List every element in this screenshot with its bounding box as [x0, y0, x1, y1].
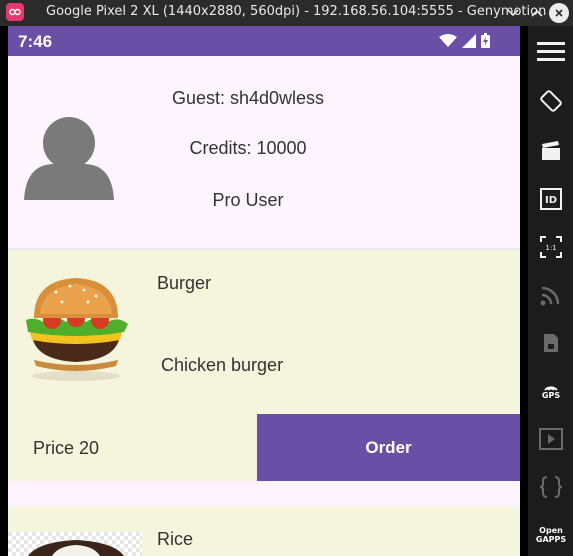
emulator-toolbar: ID 1:1 GPS Open GAPPS — [528, 26, 573, 556]
code-braces-icon[interactable] — [536, 472, 566, 502]
device-id-icon[interactable]: ID — [536, 184, 566, 214]
burger-image — [26, 278, 128, 381]
genymotion-app-icon — [6, 3, 24, 21]
open-gapps-button[interactable]: Open GAPPS — [533, 520, 569, 550]
order-button[interactable]: Order — [257, 414, 520, 481]
avatar — [24, 117, 114, 200]
battery-charging-icon — [481, 33, 490, 48]
list-spacer — [8, 481, 520, 507]
gps-button[interactable]: GPS — [536, 376, 566, 406]
menu-item-card: Burger Chicken burger — [8, 250, 520, 414]
video-capture-icon[interactable] — [536, 424, 566, 454]
menu-icon[interactable] — [536, 36, 566, 66]
chevron-up-icon[interactable] — [527, 3, 547, 23]
profile-header: Guest: sh4d0wless Credits: 10000 Pro Use… — [8, 56, 520, 248]
phone-screen: 7:46 Guest: sh4d0wless Credits: 10000 Pr… — [8, 26, 520, 556]
gps-signal-icon — [544, 386, 558, 391]
gps-label: GPS — [541, 391, 561, 400]
open-gapps-label-1: Open — [539, 526, 563, 535]
guest-name: Guest: sh4d0wless — [171, 88, 325, 108]
signal-icon — [462, 33, 476, 48]
user-tier: Pro User — [212, 190, 284, 210]
item-description: Chicken burger — [161, 355, 284, 375]
price-order-bar: Price 20 Order — [8, 414, 520, 481]
android-status-bar: 7:46 — [8, 26, 520, 56]
item-price: Price 20 — [33, 438, 100, 458]
open-gapps-label-2: GAPPS — [535, 535, 567, 544]
sim-card-icon[interactable] — [536, 328, 566, 358]
cast-icon[interactable] — [536, 280, 566, 310]
svg-text:ID: ID — [545, 195, 557, 206]
screen-capture-icon[interactable] — [536, 136, 566, 166]
status-icons — [439, 33, 490, 48]
rice-image — [8, 532, 142, 556]
status-time: 7:46 — [18, 32, 53, 51]
close-window-button[interactable] — [549, 3, 569, 23]
chevron-down-icon[interactable] — [503, 3, 523, 23]
wifi-icon — [439, 33, 457, 47]
menu-item-card: Rice — [8, 507, 520, 556]
item-name: Rice — [157, 529, 194, 549]
window-titlebar: Google Pixel 2 XL (1440x2880, 560dpi) - … — [0, 0, 573, 26]
svg-text:1:1: 1:1 — [545, 244, 556, 252]
window-title: Google Pixel 2 XL (1440x2880, 560dpi) - … — [46, 4, 547, 19]
close-icon — [555, 9, 563, 17]
rotate-icon[interactable] — [536, 86, 566, 116]
pixel-perfect-icon[interactable]: 1:1 — [536, 232, 566, 262]
credits-label: Credits: 10000 — [189, 138, 307, 158]
item-name: Burger — [157, 273, 212, 293]
